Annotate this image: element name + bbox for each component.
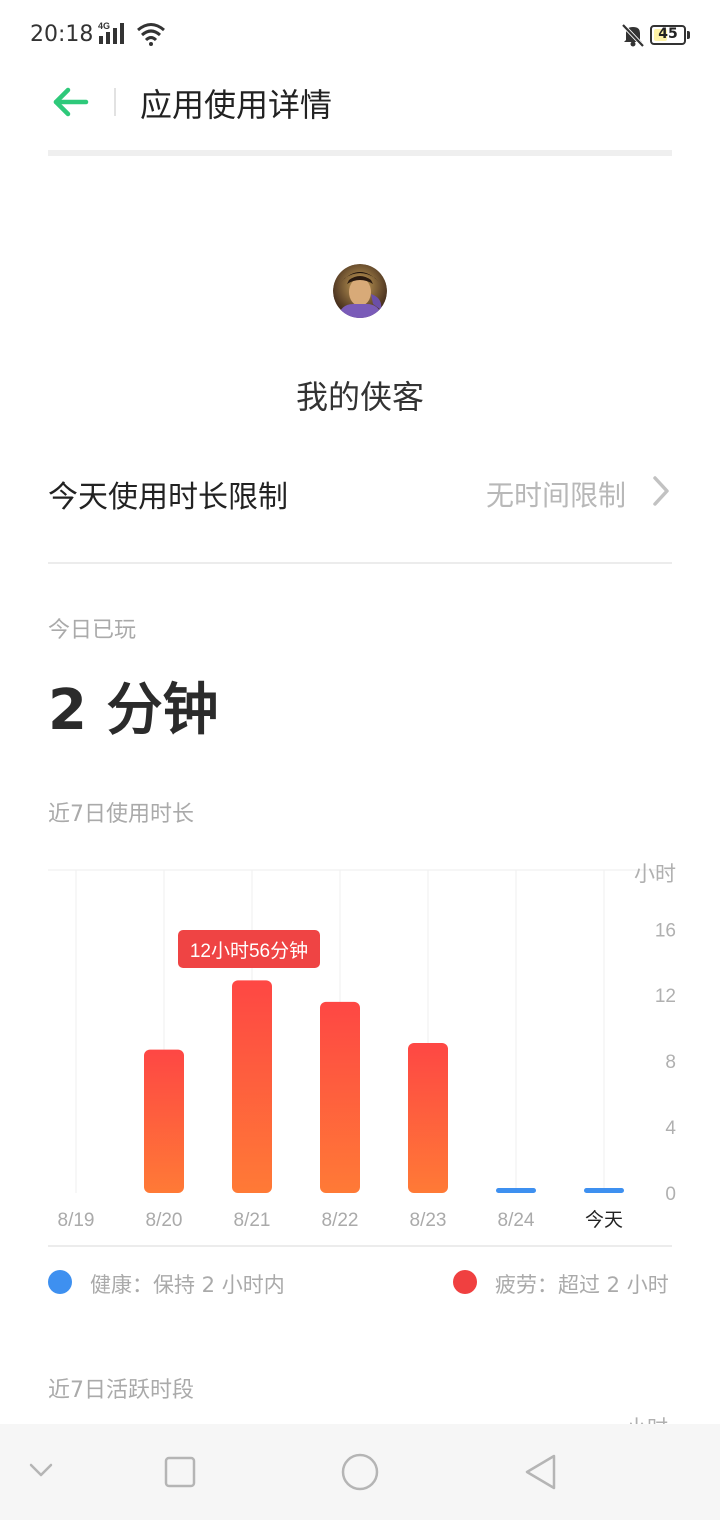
x-tick-label: 8/23 [410, 1210, 447, 1231]
collapse-nav-button[interactable] [28, 1460, 54, 1480]
weekly-usage-title: 近7日使用时长 [48, 802, 194, 827]
triangle-back-icon [525, 1454, 556, 1490]
chevron-right-icon [653, 476, 669, 506]
wifi-icon [137, 23, 165, 46]
cellular-signal-icon: 4G [98, 21, 124, 44]
fatigue-legend-dot [453, 1270, 477, 1294]
circle-icon [341, 1453, 379, 1491]
arrow-left-icon [53, 87, 89, 117]
header-separator [114, 88, 116, 116]
x-tick-label: 8/21 [234, 1210, 271, 1231]
nav-back-button[interactable] [522, 1452, 558, 1492]
usage-bar [320, 1001, 360, 1193]
y-tick-label: 16 [655, 920, 676, 941]
battery-level: 45 [658, 26, 678, 42]
recents-button[interactable] [163, 1455, 197, 1489]
battery-indicator: 45 [650, 25, 686, 45]
healthy-legend-dot [48, 1270, 72, 1294]
usage-bar [232, 980, 272, 1193]
status-time: 20:18 [30, 22, 94, 47]
today-played-label: 今日已玩 [48, 618, 137, 643]
home-button[interactable] [340, 1452, 380, 1492]
usage-bar [496, 1188, 536, 1193]
x-tick-label: 8/20 [146, 1210, 183, 1231]
row-divider [48, 562, 672, 564]
time-limit-row[interactable]: 今天使用时长限制 无时间限制 [48, 460, 672, 524]
y-tick-label: 4 [665, 1118, 676, 1139]
chart-divider [48, 1245, 672, 1247]
x-tick-label: 今天 [585, 1209, 623, 1231]
weekly-usage-chart: 0 4 8 12 16 8/19 8/20 8/21 8/22 8/23 8/24 今天 小时 12… [48, 863, 676, 1231]
usage-bar [144, 1049, 184, 1193]
square-icon [164, 1456, 196, 1488]
page-title: 应用使用详情 [140, 86, 333, 124]
y-tick-label: 0 [665, 1184, 676, 1205]
time-limit-value: 无时间限制 [485, 479, 626, 512]
app-avatar-icon [333, 264, 387, 318]
app-name: 我的侠客 [295, 378, 424, 416]
usage-bar [584, 1188, 624, 1193]
notification-muted-icon [621, 23, 645, 48]
today-played-value: 2 分钟 [48, 678, 219, 743]
active-periods-title: 近7日活跃时段 [48, 1378, 194, 1403]
y-tick-label: 12 [655, 986, 676, 1007]
network-type: 4G [98, 21, 110, 31]
back-button[interactable] [50, 82, 90, 122]
y-axis-unit: 小时 [634, 863, 676, 886]
active-periods-unit: 小时 [626, 1412, 668, 1424]
x-tick-label: 8/24 [498, 1210, 535, 1231]
usage-tooltip-text: 12小时56分钟 [190, 940, 308, 962]
chevron-down-icon [29, 1463, 53, 1477]
system-nav-bar [0, 1424, 720, 1520]
healthy-legend-label: 健康：保持 2 小时内 [90, 1273, 285, 1297]
x-tick-label: 8/22 [322, 1210, 359, 1231]
time-limit-label: 今天使用时长限制 [48, 480, 288, 515]
fatigue-legend-label: 疲劳：超过 2 小时 [495, 1273, 669, 1297]
x-tick-label: 8/19 [58, 1210, 95, 1231]
header-divider [48, 150, 672, 156]
usage-bar [408, 1043, 448, 1193]
battery-tip [687, 31, 690, 39]
y-tick-label: 8 [665, 1052, 676, 1073]
